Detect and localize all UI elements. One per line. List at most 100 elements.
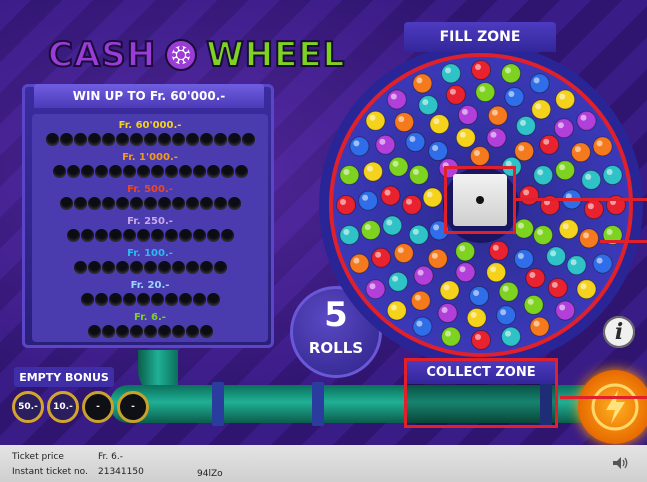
ball-highlight (473, 290, 480, 296)
wheel-ball (566, 255, 587, 276)
sound-icon[interactable] (612, 456, 630, 470)
empty-slot (143, 261, 157, 274)
collect-button[interactable] (578, 370, 647, 444)
wheel-ball (405, 132, 426, 152)
empty-slot (87, 197, 101, 210)
ball-highlight (340, 199, 346, 205)
wheel-ball (555, 160, 576, 181)
empty-slot (122, 293, 136, 306)
ball-highlight (416, 320, 423, 327)
wheel-ball (469, 286, 490, 306)
wheel-ball (375, 134, 396, 155)
empty-slot (157, 197, 171, 210)
ball-highlight (583, 232, 589, 239)
ball-highlight (445, 330, 451, 337)
empty-slot (129, 261, 143, 274)
info-icon[interactable]: i (603, 316, 635, 348)
wheel-ball (336, 195, 356, 215)
wheel-ball (471, 330, 491, 350)
ball-highlight (461, 108, 468, 115)
prize-tier-slots (32, 229, 268, 242)
instant-ticket-value: 21341150 (98, 467, 144, 477)
empty-slot (213, 261, 227, 274)
ticket-footer: Ticket price Fr. 6.- Instant ticket no. … (0, 445, 647, 482)
wheel-ball (441, 63, 461, 84)
prize-tier-amount: Fr. 60'000.- (118, 120, 182, 131)
prize-tier-amount: Fr. 500.- (127, 184, 173, 195)
ball-highlight (392, 275, 399, 282)
ball-highlight (529, 272, 536, 278)
wheel-ball (496, 305, 517, 326)
lightning-icon (591, 383, 639, 431)
empty-slot (241, 133, 255, 146)
wheel-ball (553, 118, 574, 139)
logo-word-cash: CASH (47, 34, 157, 76)
wheel-ball (531, 99, 552, 120)
die-slot[interactable] (444, 166, 516, 234)
empty-slot (213, 197, 227, 210)
ball-highlight (390, 304, 397, 311)
empty-slot (73, 261, 87, 274)
empty-slot (199, 325, 213, 338)
empty-slot (171, 261, 185, 274)
empty-slot (80, 293, 94, 306)
wheel-ball (583, 199, 604, 220)
empty-slot (115, 261, 129, 274)
empty-slot (192, 293, 206, 306)
wheel-ball (592, 136, 613, 157)
instant-ticket-label: Instant ticket no. (12, 467, 88, 477)
ball-highlight (379, 138, 386, 145)
prize-tier-amount: Fr. 20.- (130, 280, 170, 291)
ball-highlight (517, 253, 524, 259)
wheel-ball (576, 110, 597, 131)
empty-slot (108, 229, 122, 242)
ball-highlight (551, 281, 558, 288)
wheel-ball (441, 326, 461, 347)
wheel-ball (371, 247, 392, 268)
empty-slot (136, 165, 150, 178)
wheel-ball (365, 110, 386, 131)
empty-slot (157, 261, 171, 274)
ball-highlight (596, 257, 603, 264)
wheel-ball (504, 87, 525, 107)
empty-slot (73, 133, 87, 146)
ticket-price-value: Fr. 6.- (98, 452, 123, 462)
collect-zone-highlight (404, 358, 558, 428)
ball-highlight (409, 136, 416, 142)
die-icon[interactable] (453, 174, 507, 226)
empty-slot (59, 133, 73, 146)
empty-slot (80, 165, 94, 178)
ball-highlight (459, 266, 466, 273)
ball-highlight (550, 250, 557, 257)
wheel-ball (558, 219, 579, 240)
empty-slot (94, 229, 108, 242)
empty-slot (185, 133, 199, 146)
wheel-ball (501, 326, 521, 347)
empty-slot (101, 261, 115, 274)
empty-slot (206, 229, 220, 242)
prize-tier-amount: Fr. 100.- (127, 248, 173, 259)
ball-highlight (537, 169, 544, 176)
wheel-ball (410, 290, 431, 311)
empty-slot (171, 325, 185, 338)
prize-tier-slots (32, 133, 268, 146)
ball-highlight (533, 77, 540, 84)
bonus-slot: - (82, 391, 114, 423)
ball-highlight (518, 145, 525, 152)
ball-highlight (559, 93, 566, 100)
ball-highlight (412, 168, 419, 175)
empty-slot (108, 165, 122, 178)
wheel-ball (386, 89, 407, 110)
wheel-ball (469, 146, 490, 166)
empty-slot (164, 165, 178, 178)
prize-tier-slots (32, 325, 268, 338)
empty-slot (101, 133, 115, 146)
wheel-ball (602, 165, 623, 185)
ball-highlight (557, 122, 564, 129)
empty-slot (199, 133, 213, 146)
wheel-ball (455, 241, 476, 262)
wheel-ball (471, 60, 491, 80)
empty-slot (108, 293, 122, 306)
ball-highlight (505, 67, 511, 74)
die-pip (476, 196, 484, 204)
